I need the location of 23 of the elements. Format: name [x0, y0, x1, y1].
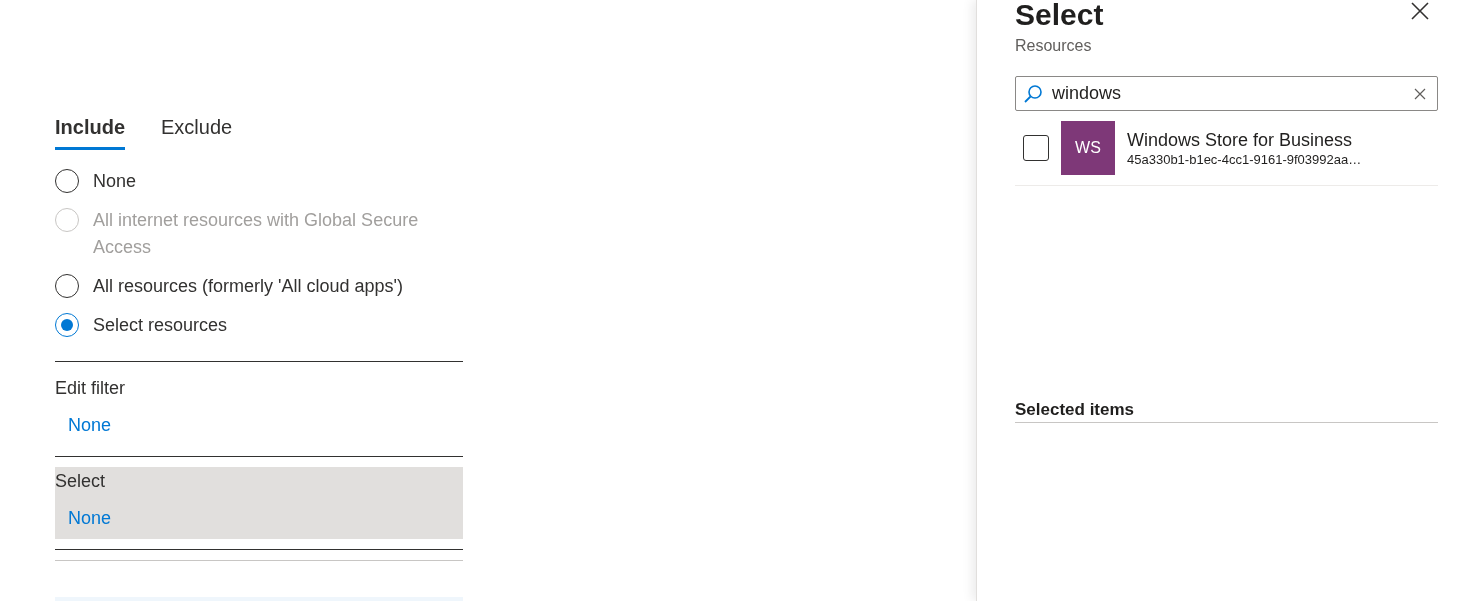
- radio-label: None: [93, 170, 137, 193]
- value-link[interactable]: None: [68, 412, 112, 438]
- app-id: 45a330b1-b1ec-4cc1-9161-9f03992aa…: [1127, 150, 1362, 168]
- section-heading: Selected items: [1015, 400, 1438, 423]
- app-name: Windows Store for Business: [1127, 128, 1354, 151]
- radio-label: All resources (formerly 'All cloud apps'): [93, 275, 403, 298]
- close-icon[interactable]: [1410, 1, 1430, 21]
- radio-label: All internet resources with Global Secure Access: [93, 209, 420, 259]
- radio-button[interactable]: [55, 169, 79, 193]
- panel-title: Select: [1015, 0, 1104, 30]
- section-label: Edit filter: [55, 377, 126, 400]
- radio-button[interactable]: [55, 274, 79, 298]
- checkbox[interactable]: [1023, 135, 1049, 161]
- tab[interactable]: Include: [55, 112, 125, 150]
- section-label: Select: [55, 470, 106, 493]
- tab[interactable]: Exclude: [161, 112, 233, 150]
- search-icon: [1023, 84, 1043, 104]
- search-field[interactable]: windows: [1015, 76, 1438, 111]
- radio-label: Select resources: [93, 314, 228, 337]
- radio-button[interactable]: [55, 313, 79, 337]
- clear-icon[interactable]: [1414, 88, 1426, 100]
- app-avatar: WS: [1061, 121, 1115, 175]
- panel-subtitle: Resources: [1015, 36, 1093, 56]
